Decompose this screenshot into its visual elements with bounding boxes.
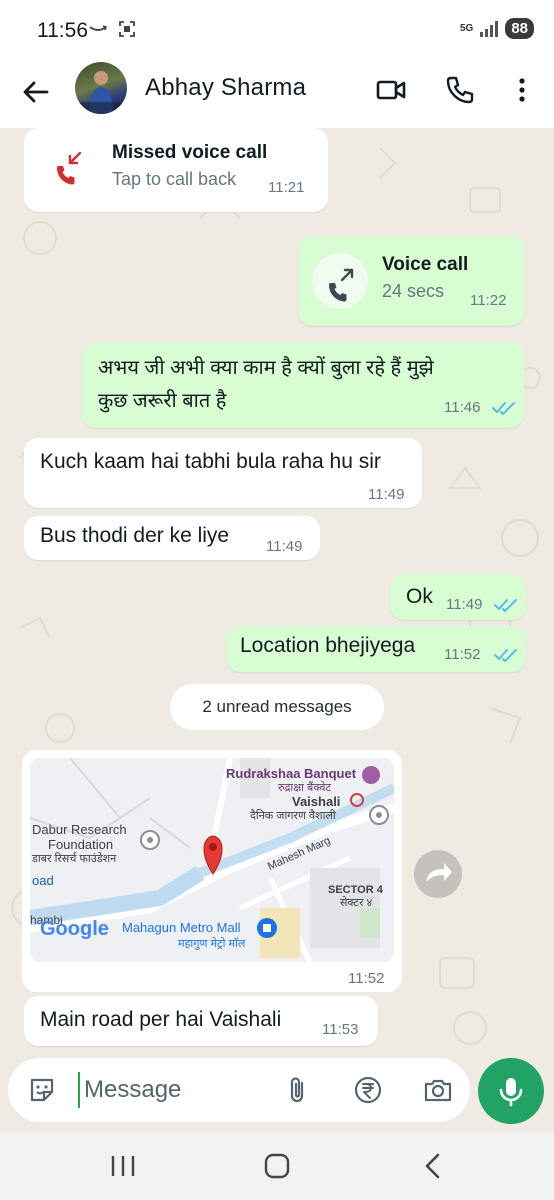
missed-call-icon: [57, 151, 82, 185]
missed-call-subtitle: Tap to call back: [112, 169, 237, 189]
message-time: 11:52: [348, 970, 385, 987]
map-poi-label: Mahagun Metro Mall: [122, 920, 241, 935]
status-notification-icons: [88, 20, 136, 38]
missed-call-title: Missed voice call: [112, 142, 268, 163]
recents-icon[interactable]: [108, 1152, 138, 1180]
video-call-icon[interactable]: [375, 74, 407, 106]
location-map[interactable]: Rudrakshaa Banquet रुद्राक्षा बैंक्वेट V…: [30, 758, 394, 962]
map-poi-label: दैनिक जागरण वैशाली: [250, 810, 336, 822]
message-time: 11:21: [268, 179, 305, 196]
status-right: 5G 88: [460, 18, 534, 39]
map-area-label: SECTOR 4: [328, 884, 383, 896]
network-type: 5G: [459, 22, 474, 34]
message-input[interactable]: [78, 1072, 278, 1108]
outgoing-message[interactable]: Ok 11:49: [390, 574, 526, 620]
mic-icon: [499, 1078, 523, 1107]
message-time: 11:22: [470, 292, 507, 309]
message-text: Ok: [406, 585, 433, 608]
message-text: Kuch kaam hai tabhi bula raha hu sir: [40, 450, 381, 473]
more-vert-icon[interactable]: [506, 74, 538, 106]
system-nav-bar: [0, 1132, 554, 1200]
map-poi-label: महागुण मेट्रो मॉल: [178, 938, 246, 950]
missed-call-bubble[interactable]: Missed voice call Tap to call back 11:21: [24, 128, 328, 212]
phone-icon[interactable]: [444, 74, 476, 106]
contact-name[interactable]: Abhay Sharma: [145, 74, 306, 102]
message-text: Main road per hai Vaishali: [40, 1008, 282, 1031]
screenshot-icon: [119, 21, 135, 37]
incoming-message[interactable]: Kuch kaam hai tabhi bula raha hu sir 11:…: [24, 438, 422, 508]
avatar[interactable]: [75, 62, 127, 114]
camera-icon[interactable]: [422, 1074, 454, 1106]
message-text: अभय जी अभी क्या काम है क्यों बुला रहे है…: [98, 357, 434, 379]
rupee-icon[interactable]: [352, 1074, 384, 1106]
chat-area[interactable]: Missed voice call Tap to call back 11:21…: [0, 128, 554, 1056]
mic-button[interactable]: [478, 1058, 544, 1124]
voice-call-bubble[interactable]: Voice call 24 secs 11:22: [298, 236, 524, 326]
message-time: 11:52: [444, 646, 481, 663]
sticker-icon[interactable]: [26, 1074, 58, 1106]
google-logo: Google: [40, 918, 109, 940]
unread-messages-divider: 2 unread messages: [170, 684, 384, 730]
map-poi-label: डाबर रिसर्च फाउंडेशन: [32, 853, 117, 865]
back-arrow-icon[interactable]: [20, 76, 52, 108]
message-time: 11:49: [446, 596, 483, 613]
outgoing-call-icon: [329, 268, 354, 302]
avatar-photo: [75, 71, 127, 114]
message-text: Bus thodi der ke liye: [40, 524, 230, 547]
chat-header: Abhay Sharma: [0, 62, 554, 128]
message-time: 11:49: [266, 538, 303, 555]
map-poi-label: Dabur Research: [32, 822, 127, 837]
message-composer[interactable]: [8, 1058, 470, 1122]
map-poi-label: Rudrakshaa Banquet: [226, 766, 357, 781]
incoming-message[interactable]: Bus thodi der ke liye 11:49: [24, 516, 320, 560]
status-time: 11:56: [37, 19, 88, 42]
map-area-label: सेक्टर ४: [340, 897, 373, 909]
map-road-label: oad: [32, 873, 54, 888]
incoming-message[interactable]: Main road per hai Vaishali 11:53: [24, 996, 378, 1046]
nav-back-icon[interactable]: [418, 1152, 448, 1180]
outgoing-message[interactable]: अभय जी अभी क्या काम है क्यों बुला रहे है…: [82, 342, 524, 428]
message-time: 11:53: [322, 1021, 359, 1038]
voice-call-title: Voice call: [382, 254, 469, 275]
status-bar: 11:56 5G 88: [0, 0, 554, 62]
message-time: 11:46: [444, 399, 481, 416]
map-poi-label: Vaishali: [292, 794, 341, 809]
forward-icon: [426, 863, 452, 882]
home-icon[interactable]: [262, 1152, 292, 1180]
read-ticks-icon: [494, 649, 517, 662]
attach-icon[interactable]: [282, 1074, 314, 1106]
missed-call-icon-circle: [40, 136, 96, 192]
battery-level: 88: [505, 18, 534, 39]
forward-button[interactable]: [414, 850, 462, 898]
amazon-smile-icon: [89, 25, 108, 31]
location-message[interactable]: Rudrakshaa Banquet रुद्राक्षा बैंक्वेट V…: [22, 750, 402, 992]
message-text: कुछ जरूरी बात है: [98, 390, 227, 412]
read-ticks-icon: [494, 599, 517, 612]
read-ticks-icon: [492, 402, 515, 415]
map-poi-label: Foundation: [48, 837, 114, 852]
signal-icon: [480, 20, 499, 37]
outgoing-call-icon-circle: [312, 253, 368, 309]
outgoing-message[interactable]: Location bhejiyega 11:52: [226, 626, 526, 672]
message-time: 11:49: [368, 486, 405, 503]
message-text: Location bhejiyega: [240, 634, 416, 657]
voice-call-duration: 24 secs: [382, 281, 445, 301]
